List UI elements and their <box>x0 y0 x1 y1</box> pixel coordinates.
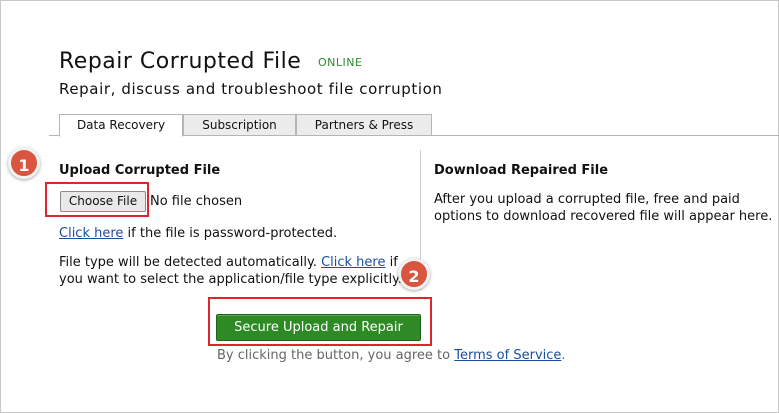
step-1-badge: 1 <box>8 147 40 179</box>
upload-heading: Upload Corrupted File <box>59 163 221 178</box>
tab-partners-press[interactable]: Partners & Press <box>296 114 432 136</box>
tab-subscription[interactable]: Subscription <box>183 114 296 136</box>
password-click-here-link[interactable]: Click here <box>59 226 123 241</box>
page-title: Repair Corrupted File <box>59 49 302 74</box>
download-text-line-1: After you upload a corrupted file, free … <box>434 192 740 207</box>
detect-line-2: you want to select the application/file … <box>59 272 403 287</box>
online-badge: ONLINE <box>318 56 363 69</box>
file-status-text: No file chosen <box>150 194 243 209</box>
terms-prefix: By clicking the button, you agree to <box>217 348 451 363</box>
terms-suffix: . <box>561 348 566 363</box>
page-subtitle: Repair, discuss and troubleshoot file co… <box>59 80 443 98</box>
download-text-line-2: options to download recovered file will … <box>434 209 773 224</box>
detect-if-text: if <box>389 255 398 270</box>
tab-data-recovery[interactable]: Data Recovery <box>59 114 183 137</box>
download-heading: Download Repaired File <box>434 163 609 178</box>
detect-click-here-link[interactable]: Click here <box>321 255 385 270</box>
choose-file-button[interactable]: Choose File <box>60 191 146 212</box>
password-text: if the file is password-protected. <box>127 226 338 241</box>
terms-note: By clicking the button, you agree to Ter… <box>217 348 566 363</box>
password-line: Click here if the file is password-prote… <box>59 226 337 241</box>
terms-of-service-link[interactable]: Terms of Service <box>454 348 561 363</box>
detect-text: File type will be detected automatically… <box>59 255 317 270</box>
detect-line-1: File type will be detected automatically… <box>59 255 398 270</box>
step-2-badge: 2 <box>398 258 430 290</box>
secure-upload-repair-button[interactable]: Secure Upload and Repair <box>216 314 421 341</box>
